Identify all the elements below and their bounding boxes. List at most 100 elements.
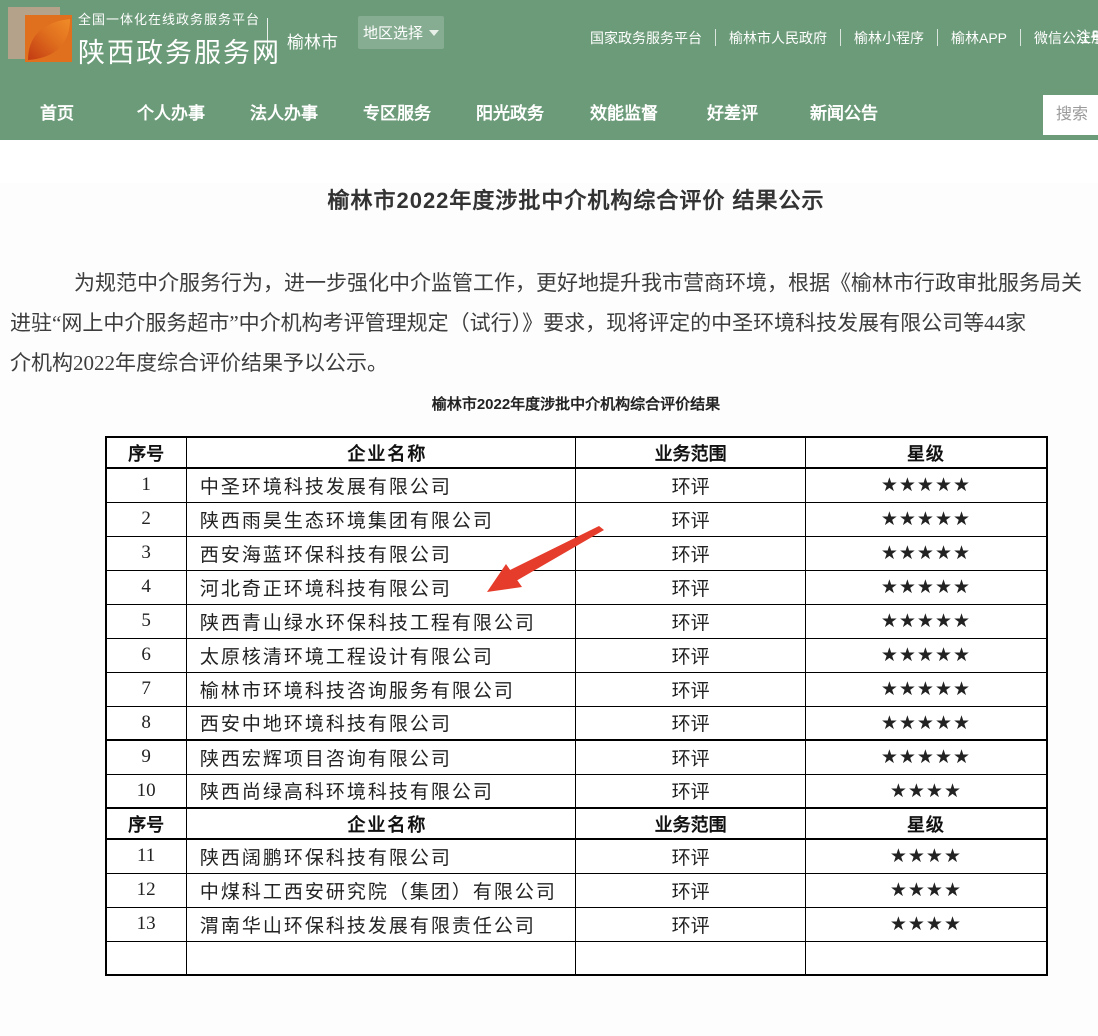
register-link[interactable]: 注册 [1076,26,1098,47]
header-cell: 企业名称 [186,437,575,468]
business-scope: 环评 [575,672,805,706]
nav-item-4[interactable]: 阳光政务 [476,99,544,124]
row-number: 10 [106,774,187,808]
table-row: 7榆林市环境科技咨询服务有限公司环评★★★★★ [106,672,1047,706]
star-rating: ★★★★★ [806,604,1047,638]
business-scope: 环评 [575,774,805,808]
nav-item-5[interactable]: 效能监督 [590,99,658,124]
business-scope: 环评 [575,839,805,873]
header-divider [267,18,268,58]
company-name: 中圣环境科技发展有限公司 [186,468,575,502]
top-link-0[interactable]: 国家政务服务平台 [577,28,715,48]
company-name: 陕西宏辉项目咨询有限公司 [186,740,575,774]
business-scope: 环评 [575,604,805,638]
nav-item-3[interactable]: 专区服务 [363,99,431,124]
row-number: 8 [106,706,187,740]
company-name: 陕西雨昊生态环境集团有限公司 [186,502,575,536]
region-select-button[interactable]: 地区选择 [358,16,444,49]
top-header: 全国一体化在线政务服务平台 陕西政务服务网 榆林市 地区选择 国家政务服务平台榆… [0,0,1098,75]
row-number: 12 [106,873,187,907]
star-rating: ★★★★ [806,774,1047,808]
company-name: 中煤科工西安研究院（集团）有限公司 [186,873,575,907]
table-row: 2陕西雨昊生态环境集团有限公司环评★★★★★ [106,502,1047,536]
table-row: 13渭南华山环保科技发展有限责任公司环评★★★★ [106,907,1047,941]
row-number: 1 [106,468,187,502]
row-number: 5 [106,604,187,638]
row-number: 6 [106,638,187,672]
header-cell: 业务范围 [575,808,805,839]
row-number: 13 [106,907,187,941]
nav-item-2[interactable]: 法人办事 [250,99,318,124]
business-scope: 环评 [575,873,805,907]
business-scope: 环评 [575,502,805,536]
nav-item-1[interactable]: 个人办事 [137,99,205,124]
top-links: 国家政务服务平台榆林市人民政府榆林小程序榆林APP微信公众号 [577,0,1098,75]
table-row-partial [106,941,1047,975]
evaluation-table: 序号企业名称业务范围星级1中圣环境科技发展有限公司环评★★★★★2陕西雨昊生态环… [105,436,1048,976]
table-row: 1中圣环境科技发展有限公司环评★★★★★ [106,468,1047,502]
nav-item-7[interactable]: 新闻公告 [810,99,878,124]
header-cell: 业务范围 [575,437,805,468]
region-select-label: 地区选择 [363,22,423,43]
star-rating: ★★★★★ [806,672,1047,706]
business-scope: 环评 [575,468,805,502]
nav-item-6[interactable]: 好差评 [707,99,758,124]
chevron-down-icon [429,30,439,36]
company-name: 渭南华山环保科技发展有限责任公司 [186,907,575,941]
top-link-3[interactable]: 榆林APP [938,28,1020,48]
company-name: 西安中地环境科技有限公司 [186,706,575,740]
row-number: 9 [106,740,187,774]
paragraph-line: 为规范中介服务行为，进一步强化中介监管工作，更好地提升我市营商环境，根据《榆林市… [10,263,1098,303]
business-scope: 环评 [575,706,805,740]
empty-cell [106,941,187,975]
table-row: 10陕西尚绿高科环境科技有限公司环评★★★★ [106,774,1047,808]
table-header-row: 序号企业名称业务范围星级 [106,437,1047,468]
row-number: 11 [106,839,187,873]
header-cell: 星级 [806,437,1047,468]
business-scope: 环评 [575,570,805,604]
business-scope: 环评 [575,907,805,941]
empty-cell [575,941,805,975]
company-name: 西安海蓝环保科技有限公司 [186,536,575,570]
table-row: 5陕西青山绿水环保科技工程有限公司环评★★★★★ [106,604,1047,638]
main-nav: 首页 个人办事 法人办事 专区服务 阳光政务 效能监督 好差评 新闻公告 [0,75,1098,140]
company-name: 太原核清环境工程设计有限公司 [186,638,575,672]
page: 全国一体化在线政务服务平台 陕西政务服务网 榆林市 地区选择 国家政务服务平台榆… [0,0,1098,1036]
site-logo-icon[interactable] [8,7,72,69]
announcement-paragraph: 为规范中介服务行为，进一步强化中介监管工作，更好地提升我市营商环境，根据《榆林市… [10,263,1098,383]
table-row: 9陕西宏辉项目咨询有限公司环评★★★★★ [106,740,1047,774]
empty-cell [806,941,1047,975]
row-number: 2 [106,502,187,536]
company-name: 河北奇正环境科技有限公司 [186,570,575,604]
top-link-1[interactable]: 榆林市人民政府 [716,28,840,48]
table-header-row: 序号企业名称业务范围星级 [106,808,1047,839]
company-name: 陕西阔鹏环保科技有限公司 [186,839,575,873]
table-row: 3西安海蓝环保科技有限公司环评★★★★★ [106,536,1047,570]
company-name: 榆林市环境科技咨询服务有限公司 [186,672,575,706]
header-cell: 企业名称 [186,808,575,839]
business-scope: 环评 [575,536,805,570]
star-rating: ★★★★ [806,839,1047,873]
row-number: 4 [106,570,187,604]
table-row: 11陕西阔鹏环保科技有限公司环评★★★★ [106,839,1047,873]
business-scope: 环评 [575,638,805,672]
header-cell: 序号 [106,808,187,839]
table-row: 4河北奇正环境科技有限公司环评★★★★★ [106,570,1047,604]
paragraph-line: 进驻“网上中介服务超市”中介机构考评管理规定（试行）》要求，现将评定的中圣环境科… [10,303,1098,343]
header-cell: 星级 [806,808,1047,839]
star-rating: ★★★★ [806,873,1047,907]
table-row: 12中煤科工西安研究院（集团）有限公司环评★★★★ [106,873,1047,907]
paragraph-line: 介机构2022年度综合评价结果予以公示。 [10,343,1098,383]
search-input[interactable] [1043,95,1098,135]
table-row: 6太原核清环境工程设计有限公司环评★★★★★ [106,638,1047,672]
page-title: 榆林市2022年度涉批中介机构综合评价 结果公示 [0,183,1098,215]
nav-item-0[interactable]: 首页 [40,99,74,124]
row-number: 3 [106,536,187,570]
company-name: 陕西青山绿水环保科技工程有限公司 [186,604,575,638]
brand-platform-text: 全国一体化在线政务服务平台 [78,9,281,28]
row-number: 7 [106,672,187,706]
current-city-label: 榆林市 [287,28,338,53]
table-row: 8西安中地环境科技有限公司环评★★★★★ [106,706,1047,740]
company-name: 陕西尚绿高科环境科技有限公司 [186,774,575,808]
top-link-2[interactable]: 榆林小程序 [841,28,937,48]
